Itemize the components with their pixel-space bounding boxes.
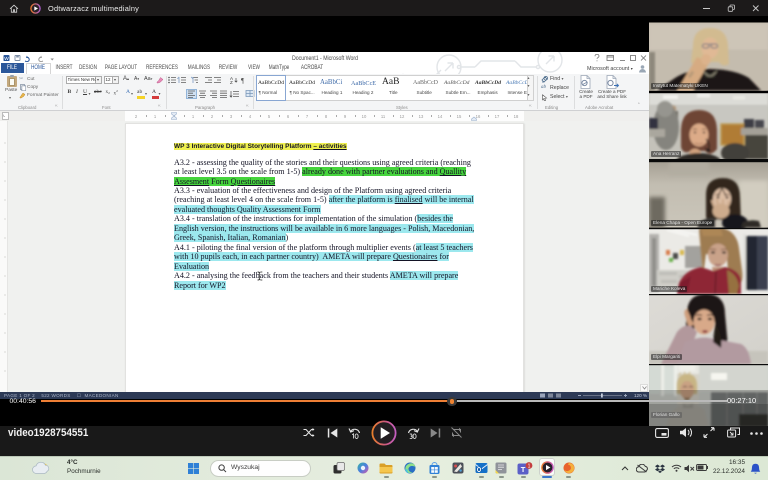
svg-text:T: T (521, 465, 526, 474)
svg-text:¶: ¶ (241, 77, 245, 84)
svg-text:1: 1 (528, 464, 531, 470)
svg-text:Z: Z (230, 80, 233, 84)
svg-text:W: W (4, 56, 9, 62)
